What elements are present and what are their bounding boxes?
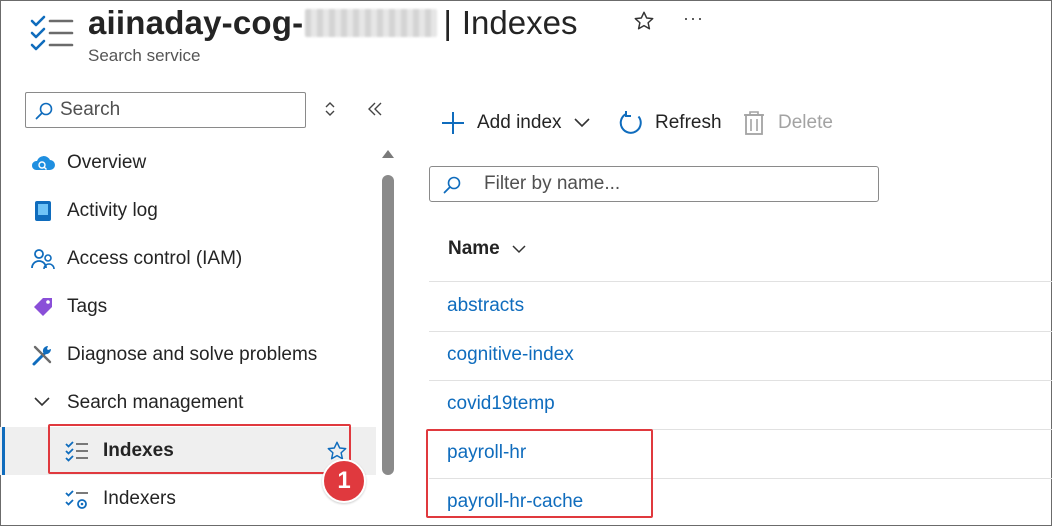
add-index-label: Add index (477, 112, 562, 133)
favorite-star-icon[interactable] (633, 10, 655, 32)
more-options-icon[interactable]: ··· (683, 8, 704, 29)
activity-log-icon (35, 201, 51, 221)
index-link[interactable]: payroll-hr (447, 442, 526, 464)
sidebar-item-access-control[interactable]: Access control (IAM) (0, 235, 376, 283)
delete-button[interactable]: Delete (742, 104, 833, 142)
cloud-search-icon (31, 156, 55, 170)
sidebar-group-label: Search management (67, 392, 244, 413)
sort-chevron-icon (512, 245, 526, 254)
tag-icon (34, 298, 52, 316)
search-icon (443, 176, 461, 194)
wrench-icon (32, 345, 52, 366)
checklist-icon (30, 15, 74, 51)
service-name: aiinaday-cog- (88, 4, 304, 41)
sidebar-item-tags[interactable]: Tags (0, 283, 376, 331)
checklist-gear-icon (65, 490, 88, 509)
table-row: covid19temp (429, 381, 1052, 430)
sidebar-item-activity-log[interactable]: Activity log (0, 187, 376, 235)
sidebar-search-input[interactable] (60, 99, 280, 121)
table-row: abstracts (429, 283, 1052, 332)
index-link[interactable]: abstracts (447, 295, 524, 317)
sidebar-item-label: Indexes (103, 440, 174, 461)
page-name: Indexes (461, 4, 578, 41)
sidebar-item-label: Overview (67, 152, 147, 173)
chevron-down-icon (573, 118, 590, 128)
index-link[interactable]: covid19temp (447, 393, 555, 415)
sidebar-item-label: Diagnose and solve problems (67, 344, 318, 365)
column-header-name[interactable]: Name (429, 224, 1052, 282)
step-callout-badge: 1 (322, 459, 366, 503)
plus-icon (442, 112, 464, 134)
title-separator: | (443, 4, 452, 41)
people-icon (31, 249, 55, 270)
column-header-label: Name (448, 238, 500, 259)
refresh-button[interactable]: Refresh (618, 104, 722, 142)
sidebar-item-overview[interactable]: Overview (0, 139, 376, 187)
add-index-button[interactable]: Add index (440, 104, 591, 142)
scroll-up-arrow-icon[interactable] (382, 150, 394, 158)
refresh-label: Refresh (655, 112, 722, 133)
search-icon (35, 102, 53, 120)
checklist-icon (65, 441, 88, 462)
sidebar-item-label: Indexers (103, 488, 176, 509)
table-row: payroll-hr-cache (429, 479, 1052, 526)
page-subtitle: Search service (88, 46, 201, 65)
sidebar-item-label: Tags (67, 296, 108, 317)
table-row: cognitive-index (429, 332, 1052, 381)
filter-by-name[interactable] (429, 166, 879, 202)
sidebar-item-indexes[interactable]: Indexes (0, 427, 376, 475)
index-link[interactable]: cognitive-index (447, 344, 574, 366)
sidebar-item-label: Activity log (67, 200, 158, 221)
redacted-text (305, 9, 438, 37)
sidebar-group-search-management[interactable]: Search management (0, 379, 376, 427)
filter-input[interactable] (484, 173, 864, 195)
sidebar-scrollbar-thumb[interactable] (382, 175, 394, 475)
collapse-sidebar-icon[interactable] (366, 100, 384, 118)
refresh-icon (619, 111, 642, 134)
trash-icon (744, 111, 764, 135)
sidebar-search[interactable] (25, 92, 306, 128)
table-row: payroll-hr (429, 430, 1052, 479)
page-title: aiinaday-cog- | Indexes (88, 2, 577, 44)
sidebar-item-label: Access control (IAM) (67, 248, 243, 269)
sort-updown-icon[interactable] (322, 100, 338, 118)
index-link[interactable]: payroll-hr-cache (447, 491, 583, 513)
sidebar-item-diagnose[interactable]: Diagnose and solve problems (0, 331, 376, 379)
sidebar-item-indexers[interactable]: Indexers (0, 475, 376, 523)
delete-label: Delete (778, 112, 833, 133)
chevron-down-icon (34, 397, 50, 407)
page-header: aiinaday-cog- | Indexes ··· Search servi… (0, 0, 1052, 78)
